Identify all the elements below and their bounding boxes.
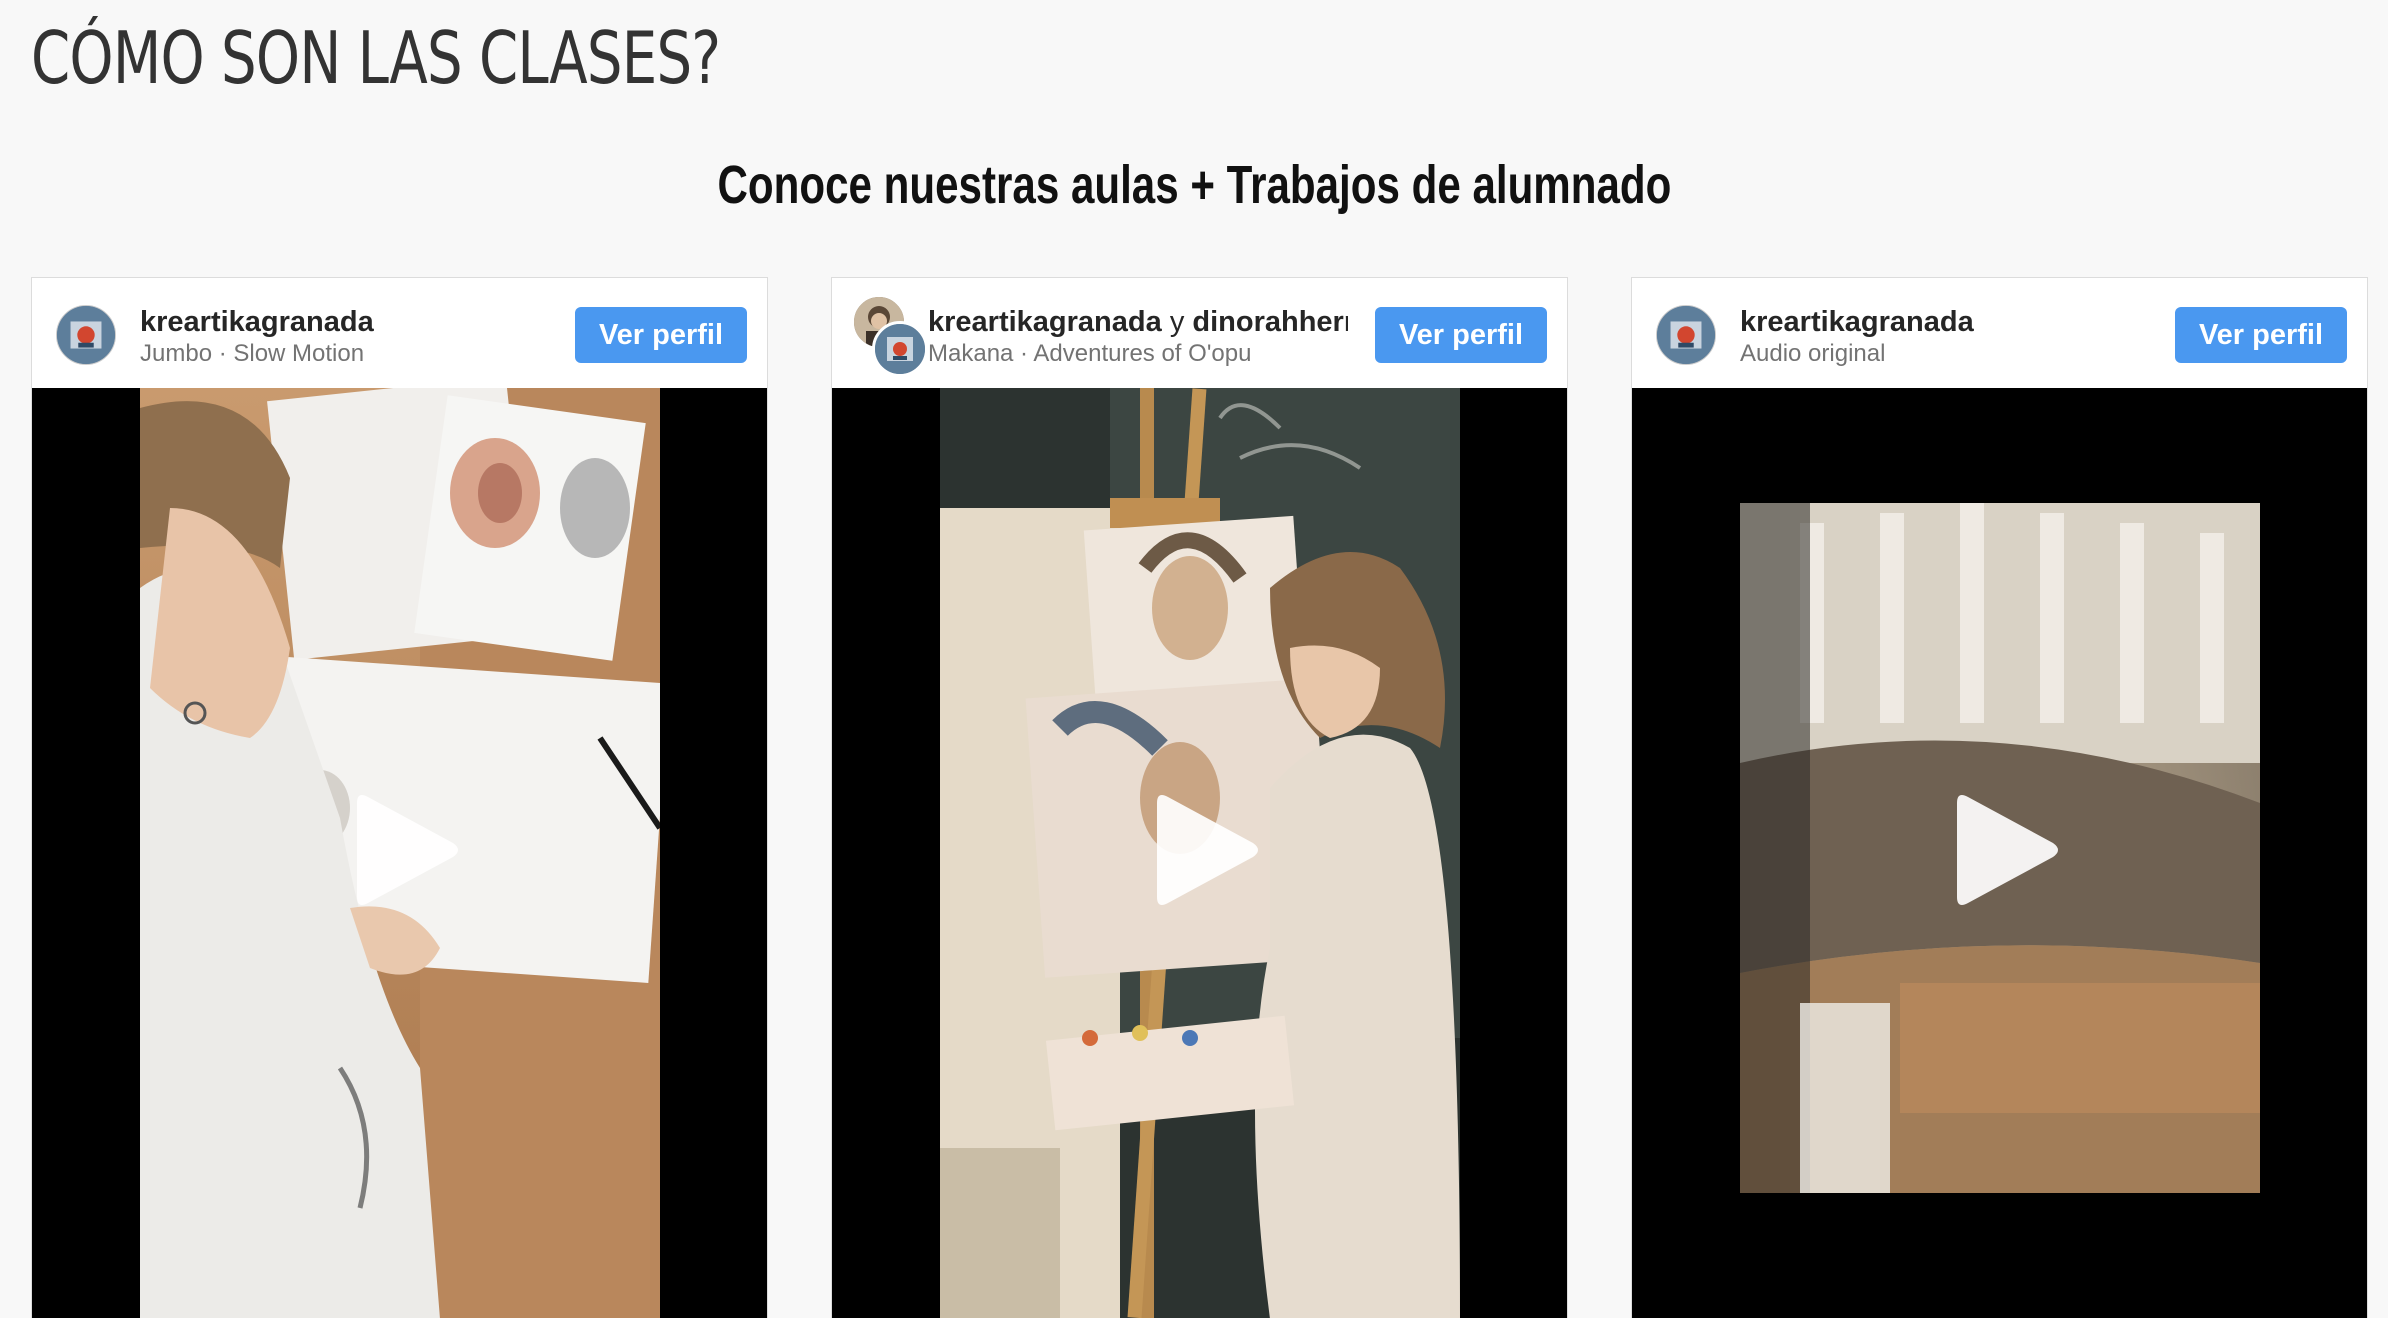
collaborator-link[interactable]: dinorahhern: [1192, 306, 1348, 338]
audio-info[interactable]: Audio original: [1740, 340, 1885, 368]
video-player[interactable]: [1632, 388, 2367, 1318]
username-link[interactable]: kreartikagranada y dinorahhern: [928, 306, 1348, 339]
card-header: kreartikagranada Jumbo · Slow Motion Ver…: [32, 278, 767, 388]
profile-avatar-group[interactable]: [852, 295, 928, 377]
audio-info[interactable]: Makana · Adventures of O'opu: [928, 340, 1251, 368]
avatar-logo-icon: [57, 306, 115, 364]
view-profile-button[interactable]: Ver perfil: [575, 307, 747, 363]
avatar-logo-icon: [1657, 306, 1715, 364]
username-link[interactable]: kreartikagranada: [140, 306, 374, 339]
avatar-logo-icon: [875, 324, 925, 374]
card-header: kreartikagranada Audio original Ver perf…: [1632, 278, 2367, 388]
card-header: kreartikagranada y dinorahhern Makana · …: [832, 278, 1567, 388]
view-profile-button[interactable]: Ver perfil: [1375, 307, 1547, 363]
profile-avatar[interactable]: [56, 305, 116, 365]
play-icon[interactable]: [335, 785, 465, 915]
audio-info[interactable]: Jumbo · Slow Motion: [140, 340, 364, 368]
play-icon[interactable]: [1135, 785, 1265, 915]
profile-avatar[interactable]: [1656, 305, 1716, 365]
instagram-embed-card: kreartikagranada y dinorahhern Makana · …: [831, 277, 1568, 1318]
view-profile-button[interactable]: Ver perfil: [2175, 307, 2347, 363]
username-link[interactable]: kreartikagranada: [1740, 306, 1974, 339]
profile-avatar: [872, 321, 928, 377]
play-icon[interactable]: [1935, 785, 2065, 915]
instagram-embed-card: kreartikagranada Jumbo · Slow Motion Ver…: [31, 277, 768, 1318]
video-player[interactable]: [32, 388, 767, 1318]
video-player[interactable]: [832, 388, 1567, 1318]
page-title: CÓMO SON LAS CLASES?: [31, 16, 721, 100]
section-subtitle: Conoce nuestras aulas + Trabajos de alum…: [717, 155, 1671, 215]
instagram-embed-card: kreartikagranada Audio original Ver perf…: [1631, 277, 2368, 1318]
joiner-text: y: [1169, 306, 1185, 338]
